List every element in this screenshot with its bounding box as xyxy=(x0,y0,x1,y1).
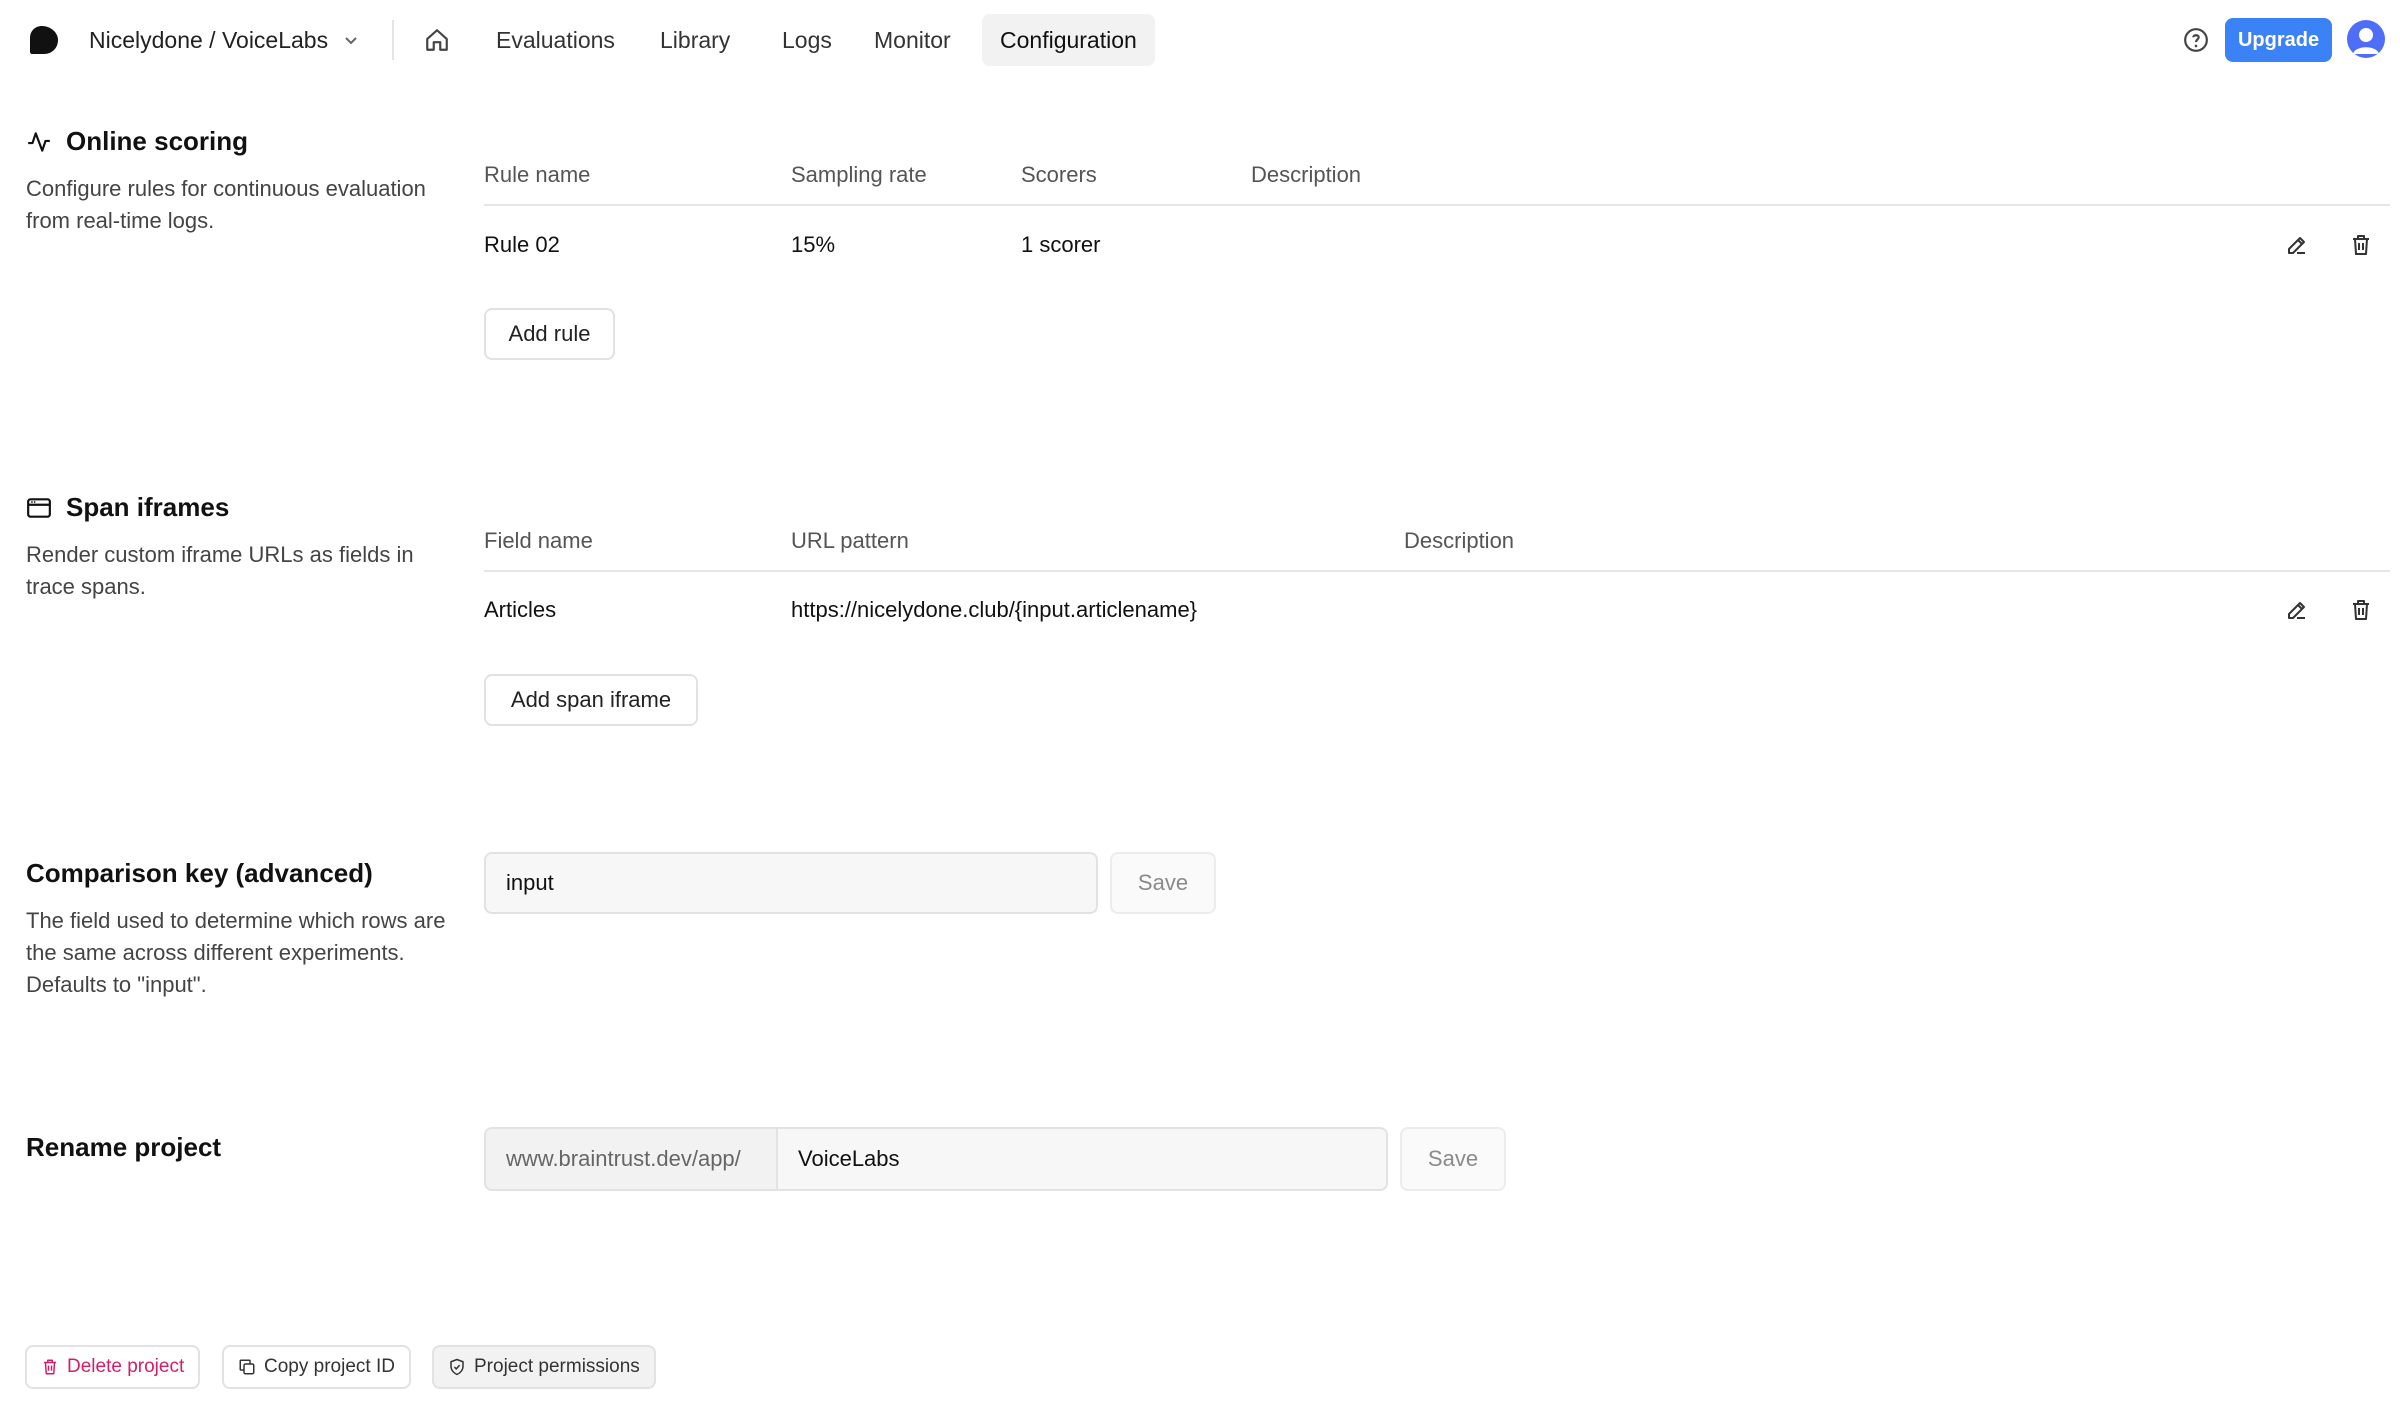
trash-icon xyxy=(44,1359,56,1375)
copy-project-id-label: Copy project ID xyxy=(264,1356,395,1377)
comparison-key-title-text: Comparison key (advanced) xyxy=(26,858,373,888)
nav-divider xyxy=(392,20,394,60)
activity-icon xyxy=(28,131,50,152)
comparison-key-description: The field used to determine which rows a… xyxy=(26,908,446,997)
edit-icon[interactable] xyxy=(2280,593,2314,627)
col-description: Description xyxy=(1404,528,1515,553)
comparison-key-input[interactable]: input xyxy=(484,852,1098,914)
url-prefix: www.braintrust.dev/app/ xyxy=(484,1127,778,1191)
nav-evaluations[interactable]: Evaluations xyxy=(478,14,633,66)
col-scorers: Scorers xyxy=(1021,162,1097,187)
add-span-iframe-button[interactable]: Add span iframe xyxy=(484,674,698,726)
online-scoring-description: Configure rules for continuous evaluatio… xyxy=(26,176,426,233)
field-name-cell: Articles xyxy=(484,597,557,622)
sampling-rate-cell: 15% xyxy=(791,232,836,257)
online-scoring-title-text: Online scoring xyxy=(66,126,249,156)
project-switcher[interactable]: Nicelydone / VoiceLabs xyxy=(89,22,360,58)
logo-icon[interactable] xyxy=(28,24,60,56)
col-url-pattern: URL pattern xyxy=(791,528,909,553)
online-scoring-title: Online scoring xyxy=(26,126,248,157)
scorers-cell: 1 scorer xyxy=(1021,232,1101,257)
home-icon[interactable] xyxy=(420,24,454,56)
table-header-divider xyxy=(484,570,2390,572)
chevron-down-icon xyxy=(345,37,357,45)
rename-project-title: Rename project xyxy=(26,1132,221,1163)
span-iframes-title: Span iframes xyxy=(26,492,229,523)
col-rule-name: Rule name xyxy=(484,162,591,187)
col-sampling-rate: Sampling rate xyxy=(791,162,927,187)
col-field-name: Field name xyxy=(484,528,593,553)
shield-icon xyxy=(450,1358,464,1376)
help-icon[interactable] xyxy=(2180,24,2212,56)
comparison-key-title: Comparison key (advanced) xyxy=(26,858,373,889)
nav-monitor[interactable]: Monitor xyxy=(856,14,969,66)
span-iframes-title-text: Span iframes xyxy=(66,492,230,522)
top-bar: Nicelydone / VoiceLabs Evaluations Libra… xyxy=(0,0,2400,80)
nav-library[interactable]: Library xyxy=(642,14,748,66)
rename-save-button[interactable]: Save xyxy=(1400,1127,1506,1191)
project-permissions-button[interactable]: Project permissions xyxy=(432,1345,656,1389)
delete-project-label: Delete project xyxy=(67,1356,185,1377)
comparison-key-save-button[interactable]: Save xyxy=(1110,852,1216,914)
edit-icon[interactable] xyxy=(2280,228,2314,262)
rename-project-title-text: Rename project xyxy=(26,1132,222,1162)
delete-project-button[interactable]: Delete project xyxy=(25,1345,201,1389)
window-icon xyxy=(27,497,51,518)
project-breadcrumb: Nicelydone / VoiceLabs xyxy=(89,26,329,53)
col-description: Description xyxy=(1251,162,1362,187)
span-iframes-description: Render custom iframe URLs as fields in t… xyxy=(26,542,414,599)
trash-icon[interactable] xyxy=(2344,228,2378,262)
nav-logs[interactable]: Logs xyxy=(764,14,850,66)
trash-icon[interactable] xyxy=(2344,593,2378,627)
copy-project-id-button[interactable]: Copy project ID xyxy=(222,1345,411,1389)
upgrade-button[interactable]: Upgrade xyxy=(2225,18,2332,62)
nav-configuration[interactable]: Configuration xyxy=(982,14,1155,66)
url-pattern-cell: https://nicelydone.club/{input.articlena… xyxy=(791,597,1198,622)
table-header-divider xyxy=(484,204,2390,206)
rule-name-cell: Rule 02 xyxy=(484,232,560,257)
add-rule-button[interactable]: Add rule xyxy=(484,308,615,360)
avatar-icon[interactable] xyxy=(2347,20,2385,58)
project-name-input[interactable]: VoiceLabs xyxy=(776,1127,1388,1191)
copy-icon xyxy=(239,1359,255,1375)
project-permissions-label: Project permissions xyxy=(474,1356,640,1377)
